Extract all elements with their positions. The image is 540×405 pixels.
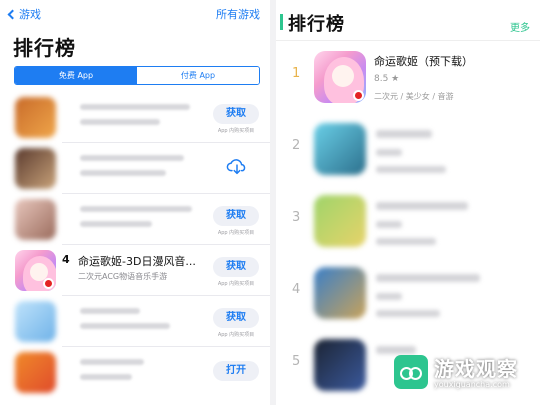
in-app-purchase-note: App 内购买项目	[217, 230, 255, 236]
segmented-control: 免费 App 付费 App	[14, 66, 260, 85]
rank-number: 4	[292, 282, 301, 297]
app-subtitle: 二次元ACG物语音乐手游	[78, 272, 168, 281]
open-button[interactable]: 打开	[213, 361, 259, 381]
blurred-tags	[376, 166, 446, 173]
blurred-title	[376, 274, 480, 282]
list-item[interactable]: 获取 App 内购买项目	[0, 194, 270, 245]
back-button[interactable]: 游戏	[6, 6, 41, 22]
game-name[interactable]: 命运歌姬（预下载）	[374, 53, 473, 69]
rank-number: 5	[292, 354, 301, 369]
ranking-header: 排行榜 更多	[276, 0, 540, 41]
get-button[interactable]: 获取	[213, 104, 259, 124]
ranking-title: 排行榜	[288, 14, 345, 35]
blurred-title	[80, 104, 190, 110]
app-icon	[15, 301, 56, 342]
ranking-item[interactable]: 3	[276, 188, 540, 260]
youxiguancha-logo-icon	[394, 355, 428, 389]
all-games-link[interactable]: 所有游戏	[216, 6, 260, 22]
tab-paid-apps[interactable]: 付费 App	[137, 67, 259, 84]
blurred-subtitle	[80, 119, 160, 125]
blurred-title	[80, 206, 192, 212]
in-app-purchase-note: App 内购买项目	[217, 128, 255, 134]
watermark-url: youxiguancha.com	[434, 380, 510, 389]
blurred-score	[376, 293, 402, 300]
page-title: 排行榜	[13, 36, 76, 60]
game-icon	[314, 339, 366, 391]
get-button[interactable]: 获取	[213, 308, 259, 328]
game-icon	[314, 267, 366, 319]
list-item[interactable]: 获取 App 内购买项目	[0, 296, 270, 347]
badge-icon	[43, 278, 54, 289]
blurred-tags	[376, 310, 440, 317]
blurred-subtitle	[80, 221, 152, 227]
watermark: 游戏观察 youxiguancha.com	[394, 351, 534, 399]
more-link[interactable]: 更多	[510, 19, 530, 34]
get-button[interactable]: 获取	[213, 257, 259, 277]
blurred-score	[376, 221, 402, 228]
list-item[interactable]: 4 命运歌姬-3D日漫风音... 二次元ACG物语音乐手游 获取 App 内购买…	[0, 245, 270, 296]
blurred-title	[376, 130, 432, 138]
ranking-item[interactable]: 4	[276, 260, 540, 332]
chevron-left-icon	[7, 9, 18, 19]
rank-number: 1	[292, 66, 301, 81]
appstore-panel: 游戏 所有游戏 排行榜 免费 App 付费 App 获取 App 内购买项目 获…	[0, 0, 270, 405]
blurred-subtitle	[80, 170, 166, 176]
in-app-purchase-note: App 内购买项目	[217, 281, 255, 287]
game-tags: 二次元 / 美少女 / 音游	[374, 92, 454, 101]
back-label: 游戏	[19, 8, 41, 21]
game-score: 8.5 ★	[374, 74, 400, 84]
list-item[interactable]	[0, 143, 270, 194]
app-icon	[15, 352, 56, 393]
blurred-title	[80, 359, 144, 365]
app-list: 获取 App 内购买项目 获取 App 内购买项目 4 命运歌姬-3D日漫风音.…	[0, 92, 270, 398]
list-item[interactable]: 打开	[0, 347, 270, 398]
cloud-download-icon[interactable]	[226, 155, 248, 177]
navigation-bar: 游戏 所有游戏	[6, 6, 260, 24]
rank-number: 3	[292, 210, 301, 225]
game-icon	[314, 51, 366, 103]
app-icon	[15, 97, 56, 138]
app-name[interactable]: 命运歌姬-3D日漫风音...	[78, 253, 206, 269]
blurred-tags	[376, 238, 436, 245]
blurred-subtitle	[80, 374, 132, 380]
blurred-title	[376, 202, 468, 210]
badge-icon	[353, 90, 364, 101]
list-item[interactable]: 获取 App 内购买项目	[0, 92, 270, 143]
blurred-title	[80, 308, 140, 314]
app-icon	[15, 199, 56, 240]
game-icon	[314, 195, 366, 247]
game-icon	[314, 123, 366, 175]
app-icon	[15, 148, 56, 189]
blurred-score	[376, 149, 402, 156]
watermark-name: 游戏观察	[434, 357, 518, 381]
blurred-title	[80, 155, 184, 161]
blurred-subtitle	[80, 323, 170, 329]
app-icon	[15, 250, 56, 291]
rank-number: 2	[292, 138, 301, 153]
ranking-item[interactable]: 1 命运歌姬（预下载） 8.5 ★ 二次元 / 美少女 / 音游	[276, 44, 540, 116]
rank-number: 4	[62, 253, 70, 266]
tab-free-apps[interactable]: 免费 App	[15, 67, 137, 84]
get-button[interactable]: 获取	[213, 206, 259, 226]
ranking-panel: 排行榜 更多 1 命运歌姬（预下载） 8.5 ★ 二次元 / 美少女 / 音游 …	[276, 0, 540, 405]
ranking-item[interactable]: 2	[276, 116, 540, 188]
accent-bar	[280, 14, 283, 30]
in-app-purchase-note: App 内购买项目	[217, 332, 255, 338]
divider	[276, 40, 540, 41]
